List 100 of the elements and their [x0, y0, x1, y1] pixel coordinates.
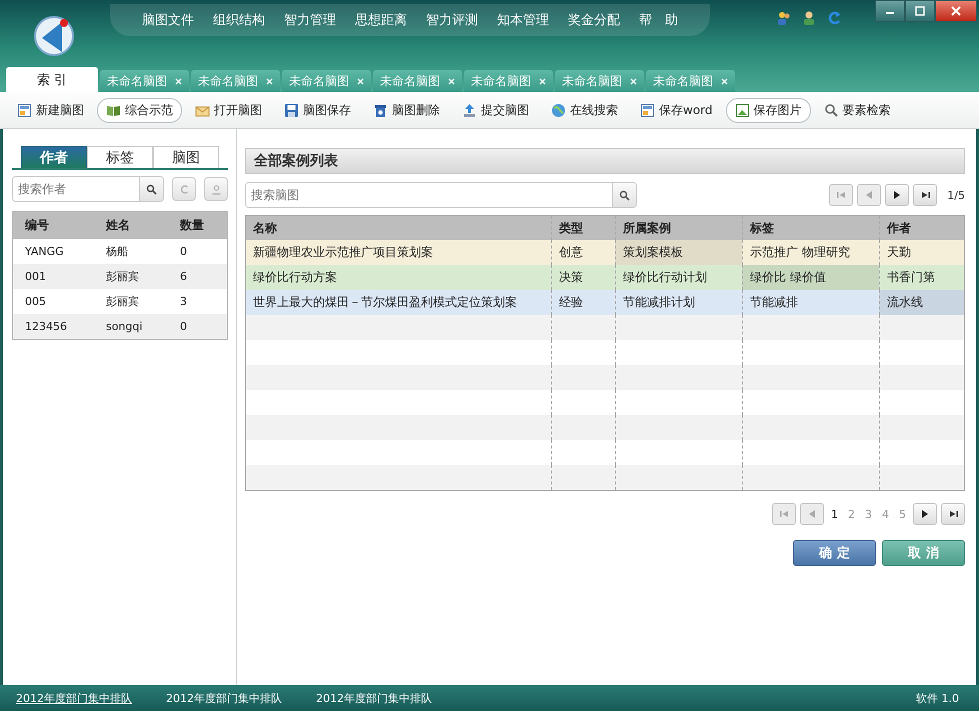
logo-icon	[32, 14, 76, 58]
menu-item[interactable]: 脑图文件	[142, 11, 194, 29]
tab-label: 未命名脑图	[471, 72, 531, 90]
upload-icon	[462, 102, 477, 118]
tab-label: 未命名脑图	[653, 72, 713, 90]
search-button[interactable]	[139, 177, 163, 201]
menu-item[interactable]: 奖金分配	[568, 11, 620, 29]
globe-icon	[551, 102, 566, 118]
toolbar-button[interactable]: 综合示范	[97, 98, 182, 122]
document-icon	[17, 102, 32, 118]
next-icon	[921, 510, 929, 518]
close-icon[interactable]	[539, 78, 546, 84]
status-link[interactable]: 2012年度部门集中排队	[166, 690, 282, 706]
close-icon[interactable]	[721, 78, 728, 84]
first-page-button[interactable]	[829, 184, 854, 206]
sidebar-tab[interactable]: 作者	[21, 146, 87, 168]
document-tab[interactable]: 索 引	[6, 67, 98, 92]
table-row[interactable]: 新疆物理农业示范推广项目策划案 创意 策划案模板 示范推广 物理研究 天勤	[246, 240, 964, 265]
document-tab[interactable]: 未命名脑图	[555, 70, 644, 92]
tab-label: 未命名脑图	[198, 72, 258, 90]
close-icon	[951, 6, 961, 16]
toolbar-button[interactable]: 保存图片	[726, 98, 810, 122]
table-cell: songqi	[94, 314, 168, 340]
column-header: 名称	[252, 220, 278, 236]
user-icon[interactable]	[801, 10, 817, 26]
last-page-button[interactable]	[913, 184, 938, 206]
menu-item[interactable]: 思想距离	[355, 11, 407, 29]
next-page-button[interactable]	[913, 503, 937, 525]
close-icon[interactable]	[175, 78, 182, 84]
page-number[interactable]: 1	[828, 508, 841, 520]
table-cell: 005	[12, 289, 94, 314]
menu-item[interactable]: 知本管理	[497, 11, 549, 29]
previous-icon	[808, 510, 816, 518]
toolbar-button[interactable]: 要素检索	[814, 98, 900, 122]
document-icon	[640, 102, 655, 118]
table-cell-text: 世界上最大的煤田－节尔煤田盈利模式定位策划案	[252, 294, 518, 311]
sidebar-tab[interactable]: 标签	[87, 146, 153, 168]
menu-item[interactable]: 组织结构	[213, 11, 265, 29]
menu-item[interactable]: 智力管理	[284, 11, 336, 29]
maximize-icon	[915, 6, 925, 16]
table-cell: YANGG	[12, 239, 94, 264]
page-number[interactable]: 3	[862, 508, 875, 520]
last-page-button[interactable]	[941, 503, 965, 525]
previous-icon	[865, 191, 874, 199]
close-icon[interactable]	[266, 78, 273, 84]
page-number[interactable]: 2	[845, 508, 858, 520]
document-tab[interactable]: 未命名脑图	[191, 70, 280, 92]
page-number[interactable]: 4	[879, 508, 892, 520]
trash-icon	[373, 102, 388, 118]
table-cell: 彭丽宾	[94, 264, 168, 289]
table-row[interactable]: 世界上最大的煤田－节尔煤田盈利模式定位策划案 经验 节能减排计划 节能减排 流水线	[246, 290, 964, 315]
table-cell: 0	[168, 314, 228, 340]
close-button[interactable]	[935, 0, 977, 22]
table-cell: 流水线	[879, 290, 964, 315]
table-cell: 0	[168, 239, 228, 264]
search-field[interactable]: 搜索作者	[12, 176, 164, 202]
table-cell: 001	[12, 264, 94, 289]
tab-label: 未命名脑图	[562, 72, 622, 90]
toolbar-button[interactable]: 新建脑图	[8, 98, 93, 122]
refresh-button[interactable]	[172, 177, 196, 201]
close-icon[interactable]	[630, 78, 637, 84]
search-button[interactable]	[612, 183, 636, 207]
page-number[interactable]: 5	[896, 508, 909, 520]
refresh-icon	[178, 184, 190, 194]
table-cell: 123456	[12, 314, 94, 340]
minimize-button[interactable]	[875, 0, 905, 22]
first-page-icon	[780, 510, 788, 518]
first-page-button[interactable]	[772, 503, 796, 525]
users-icon[interactable]	[776, 10, 792, 26]
page-indicator: 1/5	[947, 188, 965, 202]
column-header: 数量	[168, 212, 228, 239]
toolbar-button[interactable]: 提交脑图	[453, 98, 538, 122]
document-tab[interactable]: 未命名脑图	[646, 70, 735, 92]
toolbar-button[interactable]: 脑图删除	[364, 98, 449, 122]
document-tab[interactable]: 未命名脑图	[282, 70, 371, 92]
toolbar-button[interactable]: 保存word	[631, 98, 722, 122]
last-page-icon	[920, 191, 930, 199]
menu-item[interactable]: 帮 助	[639, 11, 678, 29]
toolbar-button[interactable]: 打开脑图	[186, 98, 271, 122]
document-tab[interactable]: 未命名脑图	[100, 70, 189, 92]
status-link[interactable]: 2012年度部门集中排队	[316, 690, 432, 706]
close-icon[interactable]	[448, 78, 455, 84]
previous-page-button[interactable]	[800, 503, 824, 525]
tab-label: 未命名脑图	[380, 72, 440, 90]
toolbar-button[interactable]: 在线搜索	[542, 98, 627, 122]
sidebar-tab[interactable]: 脑图	[153, 146, 219, 168]
menu-item[interactable]: 智力评测	[426, 11, 478, 29]
close-icon[interactable]	[357, 78, 364, 84]
dialog-button[interactable]: 确 定	[793, 540, 876, 566]
last-page-icon	[948, 510, 958, 518]
toolbar-button[interactable]: 脑图保存	[275, 98, 360, 122]
document-tab[interactable]: 未命名脑图	[373, 70, 462, 92]
next-page-button[interactable]	[885, 184, 910, 206]
refresh-icon[interactable]	[826, 10, 842, 26]
document-tab[interactable]: 未命名脑图	[464, 70, 553, 92]
table-row[interactable]: 绿价比行动方案 决策 绿价比行动计划 绿价比 绿价值 书香门第	[246, 265, 964, 290]
user-button[interactable]	[204, 177, 228, 201]
status-link[interactable]: 2012年度部门集中排队	[16, 690, 132, 706]
maximize-button[interactable]	[905, 0, 935, 22]
table-cell: 杨船	[94, 239, 168, 264]
